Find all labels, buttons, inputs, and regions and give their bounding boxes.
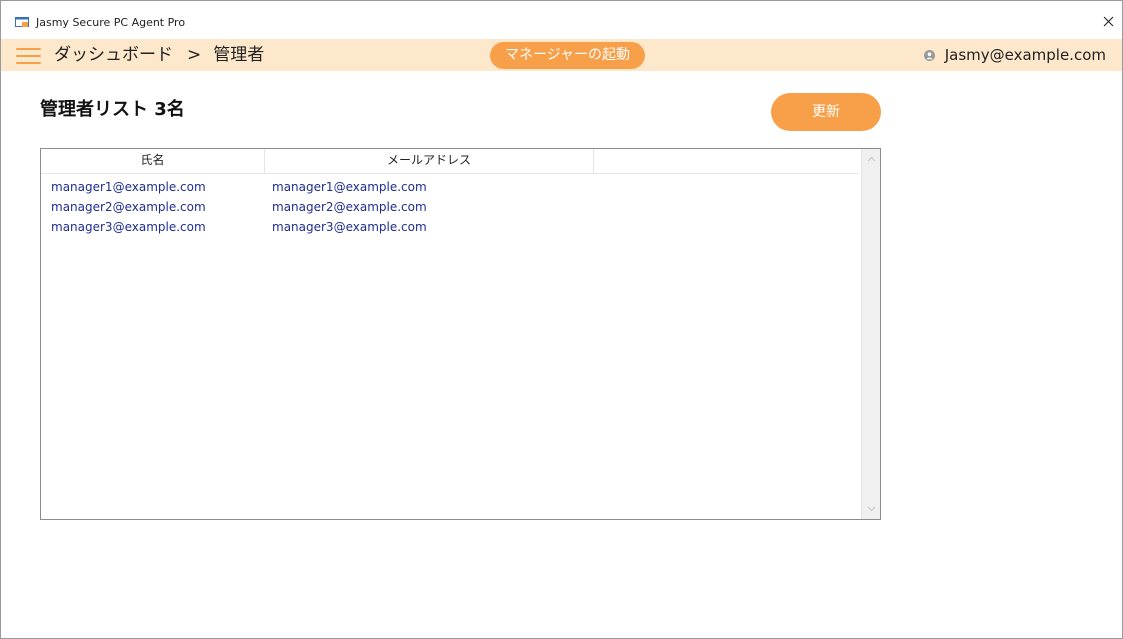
app-window-icon <box>15 17 29 27</box>
row-name: manager2@example.com <box>51 200 206 214</box>
row-email: manager1@example.com <box>272 180 427 194</box>
launch-manager-button[interactable]: マネージャーの起動 <box>490 42 645 69</box>
list-row[interactable]: manager3@example.com manager3@example.co… <box>41 217 859 237</box>
admin-list-view[interactable]: 氏名 メールアドレス manager1@example.com manager1… <box>40 148 881 520</box>
scroll-up-button[interactable] <box>862 151 880 167</box>
admin-list-title: 管理者リスト 3名 <box>40 99 185 120</box>
breadcrumb-dashboard-link[interactable]: ダッシュボード <box>54 45 173 65</box>
user-account[interactable]: Jasmy@example.com <box>923 46 1106 64</box>
chevron-up-icon <box>867 156 875 162</box>
top-nav-bar: ダッシュボード > 管理者 マネージャーの起動 Jasmy@example.com <box>1 39 1122 71</box>
breadcrumb: ダッシュボード > 管理者 <box>54 44 264 66</box>
list-header: 氏名 メールアドレス <box>41 149 859 174</box>
breadcrumb-separator: > <box>187 45 202 65</box>
vertical-scrollbar[interactable] <box>861 149 880 519</box>
list-rows: manager1@example.com manager1@example.co… <box>41 177 859 237</box>
column-header-email[interactable]: メールアドレス <box>265 149 594 173</box>
row-email: manager3@example.com <box>272 220 427 234</box>
list-row[interactable]: manager2@example.com manager2@example.co… <box>41 197 859 217</box>
chevron-down-icon <box>867 506 875 512</box>
row-name: manager1@example.com <box>51 180 206 194</box>
breadcrumb-current-page: 管理者 <box>213 45 265 65</box>
title-bar: Jasmy Secure PC Agent Pro <box>1 1 1122 37</box>
close-button[interactable] <box>1094 10 1122 32</box>
row-email: manager2@example.com <box>272 200 427 214</box>
user-email: Jasmy@example.com <box>944 46 1106 64</box>
window-title: Jasmy Secure PC Agent Pro <box>36 16 186 29</box>
hamburger-menu-icon[interactable] <box>16 45 42 65</box>
user-icon <box>923 49 935 61</box>
column-header-empty[interactable] <box>594 149 859 173</box>
app-window: Jasmy Secure PC Agent Pro ダッシュボード > 管理者 マネ… <box>0 0 1123 639</box>
scroll-down-button[interactable] <box>862 501 880 517</box>
close-icon <box>1103 16 1113 26</box>
list-row[interactable]: manager1@example.com manager1@example.co… <box>41 177 859 197</box>
row-name: manager3@example.com <box>51 220 206 234</box>
column-header-name[interactable]: 氏名 <box>41 149 265 173</box>
refresh-button[interactable]: 更新 <box>771 93 881 131</box>
